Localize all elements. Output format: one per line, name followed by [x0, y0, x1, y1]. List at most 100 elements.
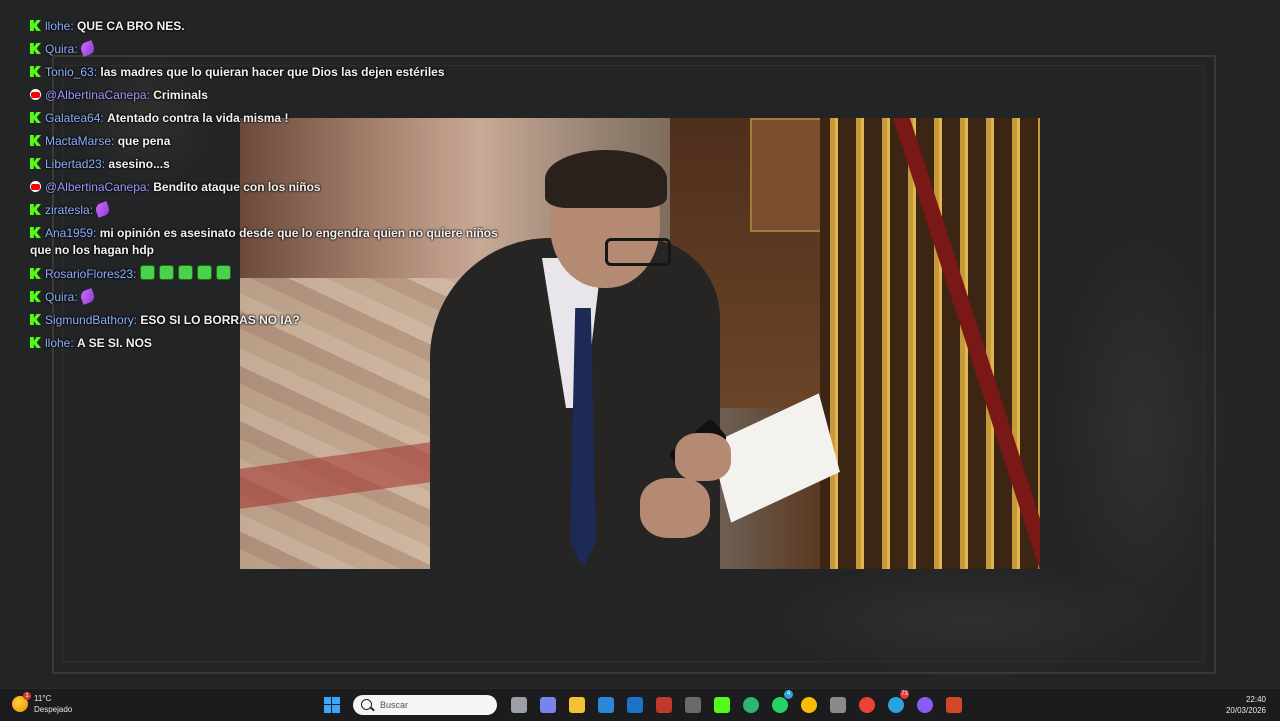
obs-red-icon[interactable] — [652, 693, 675, 716]
chat-username: Libertad23 — [45, 157, 102, 171]
app-gray-glyph — [829, 696, 846, 713]
person-hair — [545, 150, 667, 208]
chat-username: SigmundBathory — [45, 313, 134, 327]
chrome-2-icon[interactable] — [855, 693, 878, 716]
chat-username: ziratesla — [45, 203, 90, 217]
system-clock[interactable]: 22:40 20/03/2026 — [1226, 694, 1266, 716]
green-emote-icon — [139, 265, 155, 280]
obs-red-glyph — [655, 696, 672, 713]
chrome-icon[interactable] — [797, 693, 820, 716]
chat-username: @AlbertinaCanepa — [45, 88, 147, 102]
teams-glyph — [539, 696, 556, 713]
chat-text: las madres que lo quieran hacer que Dios… — [100, 65, 445, 79]
outlook-glyph — [626, 696, 643, 713]
whatsapp-icon[interactable]: 4 — [768, 690, 793, 716]
file-explorer-glyph — [568, 696, 585, 713]
chat-message: SigmundBathory: ESO SI LO BORRAS NO IA? — [30, 312, 500, 329]
chrome-glyph — [800, 696, 817, 713]
chat-separator: : — [93, 226, 100, 240]
chat-message: Quira: — [30, 40, 500, 58]
youtube-icon — [30, 89, 41, 100]
chrome-2-glyph — [858, 696, 875, 713]
app-cube-icon[interactable] — [681, 693, 704, 716]
kick-icon — [30, 158, 41, 169]
search-placeholder: Buscar — [380, 699, 409, 710]
start-button[interactable] — [320, 693, 343, 716]
chat-message: ziratesla: — [30, 201, 500, 219]
edge-glyph — [742, 696, 759, 713]
edge-icon[interactable] — [739, 693, 762, 716]
windows-logo-icon — [323, 696, 340, 713]
chat-username: RosarioFlores23 — [45, 267, 134, 281]
notification-badge: 4 — [784, 690, 793, 699]
youtube-icon — [30, 181, 41, 192]
kick-icon — [30, 112, 41, 123]
chat-username: @AlbertinaCanepa — [45, 180, 147, 194]
stream-overlay: llohe: QUE CA BRO NES. Quira: Tonio_63: l… — [0, 0, 1280, 688]
telegram-glyph — [887, 696, 904, 713]
clock-time: 22:40 — [1245, 695, 1266, 704]
chat-text: Atentado contra la vida misma ! — [107, 111, 289, 125]
microsoft-store-icon[interactable] — [594, 693, 617, 716]
chat-message: @AlbertinaCanepa: Criminals — [30, 87, 500, 104]
chat-message: llohe: A SE SI. NOS — [30, 335, 500, 352]
green-emote-icon — [158, 265, 174, 280]
task-view-icon[interactable] — [507, 693, 530, 716]
notification-badge: 73 — [900, 690, 909, 699]
chat-text: asesino...s — [108, 157, 170, 171]
kick-icon — [30, 314, 41, 325]
chat-username: MactaMarse — [45, 134, 112, 148]
feather-emote-icon — [94, 201, 112, 218]
search-icon — [361, 699, 372, 710]
kick-icon — [30, 227, 41, 238]
telegram-icon[interactable]: 73 — [884, 690, 909, 716]
chat-username: llohe — [45, 19, 71, 33]
weather-sun-icon: 1 — [12, 692, 31, 712]
powerpoint-glyph — [945, 696, 962, 713]
circle-app-glyph — [916, 696, 933, 713]
chat-username: Ana1959 — [45, 226, 94, 240]
green-emote-icon — [177, 265, 193, 280]
outlook-icon[interactable] — [623, 693, 646, 716]
feather-emote-icon — [79, 40, 96, 57]
chat-message: Ana1959: mi opinión es asesinato desde q… — [30, 225, 500, 259]
chat-username: Quira — [45, 42, 75, 56]
kick-icon — [30, 43, 41, 54]
chat-separator: : — [111, 134, 118, 148]
chat-message: @AlbertinaCanepa: Bendito ataque con los… — [30, 179, 500, 196]
file-explorer-icon[interactable] — [565, 693, 588, 716]
chat-username: Galatea64 — [45, 111, 101, 125]
kick-icon — [30, 135, 41, 146]
teams-icon[interactable] — [536, 693, 559, 716]
clock-date: 20/03/2026 — [1225, 706, 1266, 715]
microsoft-store-glyph — [597, 696, 614, 713]
chat-message: Quira: — [30, 288, 500, 306]
weather-widget[interactable]: 1 11°C Despejado — [12, 692, 73, 715]
kick-icon — [30, 291, 41, 302]
circle-app-icon[interactable] — [913, 693, 936, 716]
chat-text: Criminals — [153, 88, 208, 102]
ornament-bottom — [760, 560, 1180, 680]
chat-overlay: llohe: QUE CA BRO NES. Quira: Tonio_63: l… — [30, 18, 500, 368]
chat-message: llohe: QUE CA BRO NES. — [30, 18, 500, 35]
person-hand-lower — [640, 478, 710, 538]
taskbar-search[interactable]: Buscar — [353, 694, 497, 715]
chat-message: Galatea64: Atentado contra la vida misma… — [30, 110, 500, 127]
chat-text: que pena — [117, 134, 171, 148]
chat-text: mi opinión es asesinato desde que lo eng… — [30, 226, 498, 257]
weather-condition: Despejado — [34, 705, 73, 714]
taskbar-icons: Buscar 4 73 — [320, 690, 965, 716]
kick-app-glyph — [713, 696, 730, 713]
chat-message: RosarioFlores23: — [30, 265, 500, 283]
chat-text: ESO SI LO BORRAS NO IA? — [140, 313, 300, 327]
chat-text: Bendito ataque con los niños — [153, 180, 321, 194]
feather-emote-icon — [79, 288, 96, 305]
app-gray-icon[interactable] — [826, 693, 849, 716]
chat-username: llohe — [45, 336, 71, 350]
chat-text: A SE SI. NOS — [77, 336, 152, 350]
app-cube-glyph — [684, 696, 701, 713]
kick-app-icon[interactable] — [710, 693, 733, 716]
kick-icon — [30, 66, 41, 77]
chat-message: MactaMarse: que pena — [30, 133, 500, 150]
powerpoint-icon[interactable] — [942, 693, 965, 716]
